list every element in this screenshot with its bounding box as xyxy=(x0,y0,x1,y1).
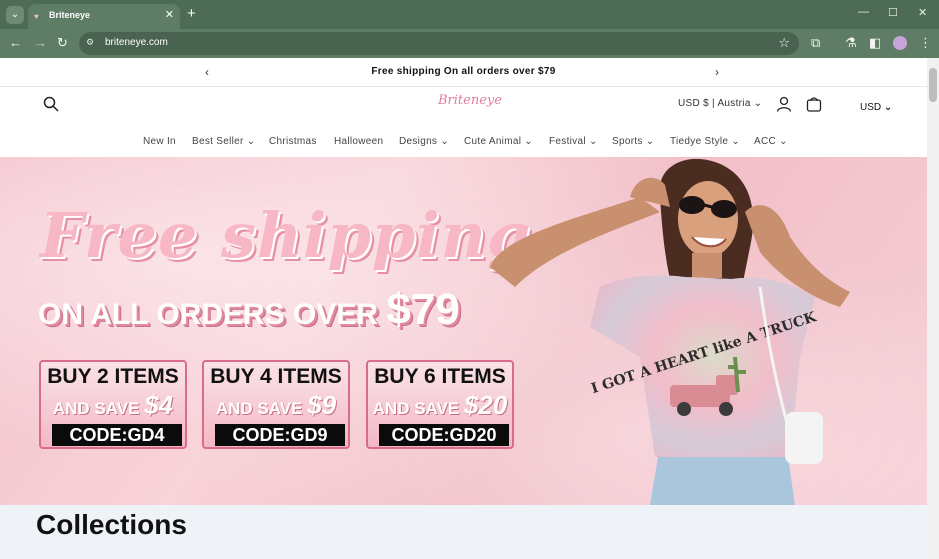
currency-selector[interactable]: USD ⌄ xyxy=(860,102,892,113)
hero-subheadline: ON ALL ORDERS OVER $79 xyxy=(38,285,460,335)
site-info-icon[interactable]: ⚙ xyxy=(86,37,94,48)
account-icon[interactable] xyxy=(776,96,792,112)
hero-headline: Free shipping xyxy=(40,199,532,272)
web-page: ‹ Free shipping On all orders over $79 ›… xyxy=(0,58,927,559)
promo-card: BUY 2 ITEMS AND SAVE $4 CODE:GD4 xyxy=(39,360,187,449)
promo-buy-text: BUY 4 ITEMS xyxy=(210,365,342,388)
reload-icon[interactable]: ↻ xyxy=(57,35,68,51)
nav-item-label: ACC xyxy=(754,136,777,147)
promo-save-amount: $4 xyxy=(144,390,174,420)
labs-icon[interactable]: ⚗ xyxy=(845,35,857,51)
promo-save-amount: $9 xyxy=(307,390,337,420)
hero-banner[interactable]: Free shipping ON ALL ORDERS OVER $79 BUY… xyxy=(0,157,927,505)
site-header: Briteneye USD $ | Austria ⌄ USD ⌄ xyxy=(0,88,927,128)
currency-label: USD xyxy=(860,102,882,113)
bookmark-star-icon[interactable]: ☆ xyxy=(778,35,790,51)
promo-save-prefix: AND SAVE xyxy=(215,399,303,418)
promo-save-prefix: AND SAVE xyxy=(52,399,140,418)
cart-icon[interactable] xyxy=(806,96,822,112)
scrollbar-thumb[interactable] xyxy=(929,68,937,102)
close-tab-icon[interactable]: ✕ xyxy=(165,8,174,21)
hero-subheadline-amount: $79 xyxy=(386,285,460,334)
promo-card: BUY 4 ITEMS AND SAVE $9 CODE:GD9 xyxy=(202,360,350,449)
search-icon[interactable] xyxy=(43,96,59,112)
announcement-bar: ‹ Free shipping On all orders over $79 › xyxy=(0,58,927,87)
nav-item-halloween[interactable]: Halloween xyxy=(334,136,383,147)
nav-item-designs[interactable]: Designs ⌄ xyxy=(399,136,449,147)
site-logo[interactable]: Briteneye xyxy=(438,93,502,115)
nav-item-label: Sports xyxy=(612,136,643,147)
collections-heading: Collections xyxy=(36,509,187,540)
promo-save-prefix: AND SAVE xyxy=(372,399,460,418)
promo-save-text: AND SAVE $9 xyxy=(204,390,348,421)
nav-item-label: New In xyxy=(143,136,176,147)
nav-item-acc[interactable]: ACC ⌄ xyxy=(754,136,788,147)
country-selector[interactable]: USD $ | Austria ⌄ xyxy=(678,98,762,109)
chevron-down-icon: ⌄ xyxy=(243,136,256,147)
new-tab-icon[interactable]: + xyxy=(187,5,196,22)
close-window-icon[interactable]: ✕ xyxy=(918,6,927,19)
nav-item-best-seller[interactable]: Best Seller ⌄ xyxy=(192,136,255,147)
address-bar[interactable]: ⚙ briteneye.com ☆ xyxy=(79,32,799,55)
nav-item-label: Halloween xyxy=(334,136,384,147)
announcement-next-icon[interactable]: › xyxy=(715,65,719,79)
nav-item-festival[interactable]: Festival ⌄ xyxy=(549,136,598,147)
nav-item-label: Best Seller xyxy=(192,136,244,147)
site-favicon-icon: ♥ xyxy=(34,12,39,21)
nav-item-new-in[interactable]: New In xyxy=(143,136,176,147)
collections-section: Collections xyxy=(0,505,927,559)
minimize-window-icon[interactable]: — xyxy=(858,6,869,18)
chevron-down-icon: ⌄ xyxy=(776,136,788,147)
back-icon[interactable]: ← xyxy=(9,35,22,51)
maximize-window-icon[interactable]: ☐ xyxy=(888,6,898,19)
menu-kebab-icon[interactable]: ⋮ xyxy=(919,35,932,51)
chevron-down-icon: ⌄ xyxy=(585,136,598,147)
nav-item-label: Christmas xyxy=(269,136,317,147)
promo-buy-text: BUY 2 ITEMS xyxy=(47,365,179,388)
promo-code: CODE:GD9 xyxy=(215,424,345,446)
promo-save-text: AND SAVE $4 xyxy=(41,390,185,421)
chevron-down-icon: ⌄ xyxy=(642,136,655,147)
nav-item-christmas[interactable]: Christmas xyxy=(269,136,317,147)
hero-subheadline-prefix: ON ALL ORDERS OVER xyxy=(38,298,379,331)
nav-item-label: Designs xyxy=(399,136,438,147)
promo-code: CODE:GD4 xyxy=(52,424,182,446)
browser-toolbar: ← → ↻ ⚙ briteneye.com ☆ ⧉ ⚗ ◧ ⋮ xyxy=(0,29,939,58)
forward-icon[interactable]: → xyxy=(34,35,47,51)
nav-item-label: Tiedye Style xyxy=(670,136,729,147)
nav-item-sports[interactable]: Sports ⌄ xyxy=(612,136,654,147)
side-panel-icon[interactable]: ◧ xyxy=(869,35,881,51)
page-scrollbar[interactable] xyxy=(927,58,939,559)
main-navigation: New In Best Seller ⌄ Christmas Halloween… xyxy=(0,136,927,156)
extensions-icon[interactable]: ⧉ xyxy=(811,35,820,51)
chevron-down-icon: ⌄ xyxy=(437,136,449,147)
announcement-text[interactable]: Free shipping On all orders over $79 xyxy=(0,66,927,77)
country-selector-label: USD $ | Austria xyxy=(678,98,751,109)
tab-search-button[interactable]: ⌄ xyxy=(6,6,24,24)
browser-tab[interactable]: ♥ Briteneye ✕ xyxy=(28,4,180,29)
profile-avatar[interactable] xyxy=(893,36,907,50)
nav-item-label: Festival xyxy=(549,136,586,147)
nav-item-label: Cute Animal xyxy=(464,136,522,147)
chevron-down-icon: ⌄ xyxy=(521,136,533,147)
model-photo: I GOT A HEART like A TRUCK xyxy=(490,158,850,505)
chevron-down-icon: ⌄ xyxy=(753,98,763,109)
url-text[interactable]: briteneye.com xyxy=(105,37,168,48)
nav-item-tiedye-style[interactable]: Tiedye Style ⌄ xyxy=(670,136,740,147)
tab-title: Briteneye xyxy=(49,10,91,20)
chevron-down-icon: ⌄ xyxy=(728,136,741,147)
chevron-down-icon: ⌄ xyxy=(883,102,893,113)
nav-item-cute-animal[interactable]: Cute Animal ⌄ xyxy=(464,136,533,147)
browser-tab-bar: ⌄ ♥ Briteneye ✕ + — ☐ ✕ xyxy=(0,0,939,29)
